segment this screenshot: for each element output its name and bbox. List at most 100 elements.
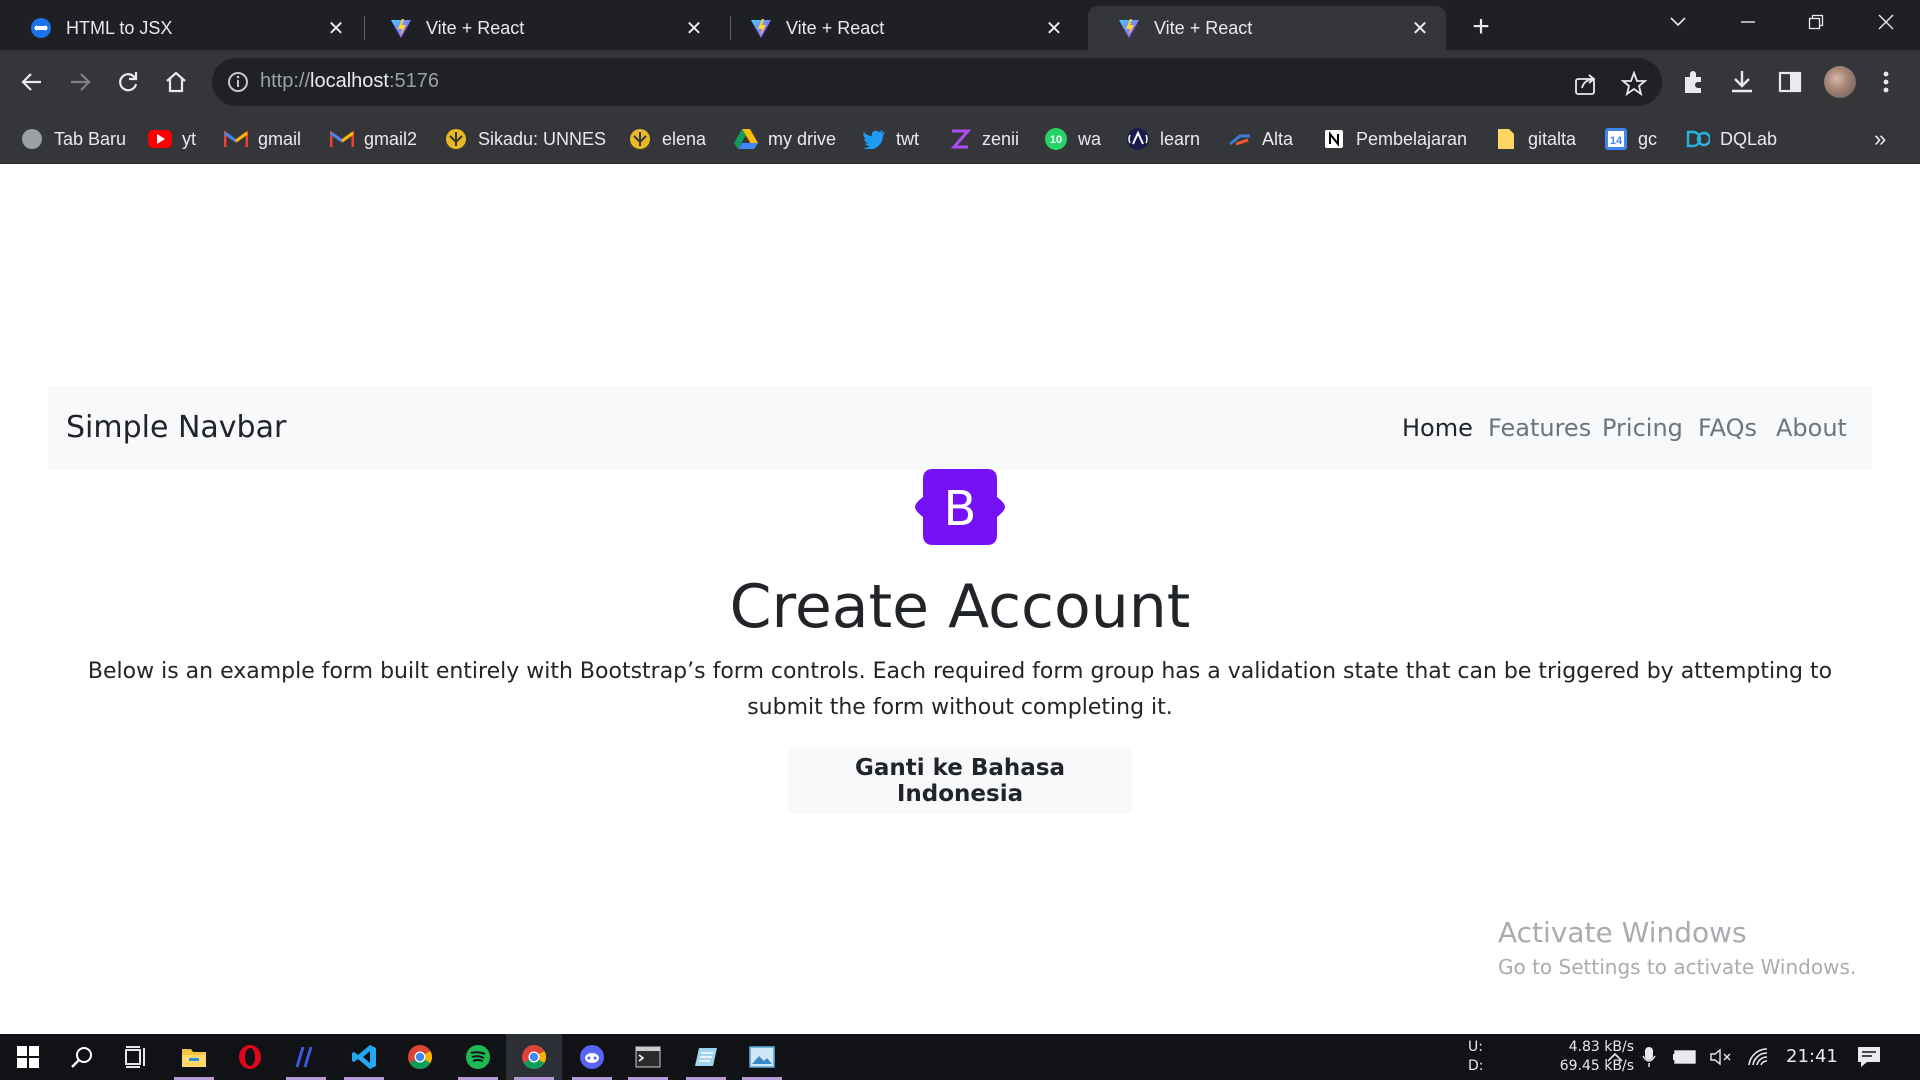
calendar-icon: 14 [1604, 127, 1628, 151]
home-button[interactable] [156, 62, 196, 102]
vite-icon [1118, 17, 1140, 39]
lead-paragraph: Below is an example form built entirely … [87, 659, 1833, 720]
bookmark-pembelajaran[interactable]: Pembelajaran [1322, 126, 1467, 152]
bookmark-label: twt [896, 128, 920, 149]
minimize-button[interactable] [1714, 0, 1782, 44]
taskbar-discord[interactable] [564, 1034, 620, 1080]
nav-link-about[interactable]: About [1776, 414, 1847, 442]
nav-link-pricing[interactable]: Pricing [1602, 414, 1683, 442]
taskbar-editor[interactable] [278, 1034, 334, 1080]
upload-label: U: [1468, 1039, 1483, 1055]
taskbar: U: 4.83 kB/s D: 69.45 kB/s 21:41 [0, 1034, 1920, 1080]
microphone-icon[interactable] [1636, 1046, 1662, 1068]
learn-icon [1126, 127, 1150, 151]
minimize-icon [1741, 21, 1755, 23]
bookmark-alta[interactable]: Alta [1228, 126, 1293, 152]
bootstrap-logo: B [915, 469, 1005, 545]
taskbar-vscode[interactable] [336, 1034, 392, 1080]
info-icon[interactable] [226, 70, 250, 94]
extensions-button[interactable] [1674, 62, 1714, 102]
battery-icon[interactable] [1672, 1046, 1698, 1068]
bookmark-gmail[interactable]: gmail [224, 126, 301, 152]
bookmark-zenii[interactable]: zenii [948, 126, 1019, 152]
more-bookmarks-button[interactable]: » [1874, 126, 1886, 152]
alta-icon [1228, 127, 1252, 151]
nav-link-features[interactable]: Features [1488, 414, 1591, 442]
bookmark-learn[interactable]: learn [1126, 126, 1200, 152]
bookmark-label: yt [182, 128, 197, 149]
nav-link-faqs[interactable]: FAQs [1698, 414, 1757, 442]
taskbar-photos[interactable] [734, 1034, 790, 1080]
tab-vite-react-active[interactable]: Vite + React ✕ [1088, 6, 1446, 50]
terminal-icon [635, 1046, 661, 1068]
close-icon[interactable]: ✕ [322, 14, 350, 42]
vscode-icon [352, 1045, 376, 1069]
task-view-button[interactable] [108, 1034, 164, 1080]
tab-vite-react-2[interactable]: Vite + React ✕ [720, 6, 1080, 50]
address-bar[interactable]: http://localhost:5176 [212, 58, 1662, 106]
bookmark-label: my drive [768, 128, 837, 149]
taskbar-notes[interactable] [678, 1034, 734, 1080]
reload-button[interactable] [108, 62, 148, 102]
bookmark-tab-baru[interactable]: Tab Baru [20, 126, 126, 152]
taskbar-chrome[interactable] [392, 1034, 448, 1080]
start-button[interactable] [0, 1034, 56, 1080]
taskbar-file-explorer[interactable] [166, 1034, 222, 1080]
bookmark-sikadu-unnes[interactable]: Sikadu: UNNES [444, 126, 606, 152]
activate-windows-watermark: Activate Windows Go to Settings to activ… [1498, 916, 1856, 979]
back-button[interactable] [12, 62, 52, 102]
close-window-button[interactable] [1852, 0, 1920, 44]
nav-link-home[interactable]: Home [1402, 414, 1473, 442]
side-panel-button[interactable] [1770, 62, 1810, 102]
chevron-up-icon[interactable] [1602, 1046, 1628, 1068]
menu-button[interactable] [1866, 62, 1906, 102]
bookmark-label: gitalta [1528, 128, 1577, 149]
bookmark-wa[interactable]: 10 wa [1044, 126, 1101, 152]
bookmark-label: gc [1638, 128, 1658, 149]
url-host: localhost [310, 70, 389, 92]
taskbar-chrome-active[interactable] [506, 1034, 562, 1080]
new-tab-button[interactable]: + [1464, 10, 1498, 44]
bookmark-dqlab[interactable]: DQLab [1686, 126, 1777, 152]
chrome-icon [408, 1045, 433, 1069]
tab-title: HTML to JSX [66, 17, 173, 38]
bookmark-yt[interactable]: yt [148, 126, 196, 152]
photos-icon [749, 1046, 775, 1068]
clock[interactable]: 21:41 [1786, 1046, 1838, 1067]
taskbar-terminal[interactable] [620, 1034, 676, 1080]
taskbar-opera[interactable] [222, 1034, 278, 1080]
bookmark-elena[interactable]: elena [628, 126, 706, 152]
bookmark-gc[interactable]: 14 gc [1604, 126, 1657, 152]
restore-button[interactable] [1782, 0, 1850, 44]
notes-icon [695, 1048, 717, 1066]
downloads-button[interactable] [1722, 62, 1762, 102]
search-button[interactable] [54, 1034, 110, 1080]
page-viewport: Simple Navbar Home Features Pricing FAQs… [0, 164, 1920, 1034]
notifications-icon[interactable] [1856, 1046, 1882, 1068]
forward-button[interactable] [60, 62, 100, 102]
bookmark-gmail2[interactable]: gmail2 [330, 126, 417, 152]
taskbar-spotify[interactable] [450, 1034, 506, 1080]
switch-language-button[interactable]: Ganti ke Bahasa Indonesia [788, 748, 1132, 814]
bookmark-my-drive[interactable]: my drive [734, 126, 836, 152]
bookmark-label: DQLab [1720, 128, 1778, 149]
bookmark-gitalta[interactable]: gitalta [1494, 126, 1576, 152]
discord-icon [580, 1045, 604, 1069]
tab-vite-react-1[interactable]: Vite + React ✕ [360, 6, 720, 50]
spotify-icon [466, 1045, 490, 1069]
bookmark-twt[interactable]: twt [862, 126, 919, 152]
close-icon[interactable]: ✕ [1406, 14, 1434, 42]
tab-title: Vite + React [426, 17, 525, 38]
bookmark-label: Pembelajaran [1356, 128, 1468, 149]
tab-search-button[interactable] [1644, 0, 1712, 44]
bookmark-star-icon[interactable] [1620, 70, 1648, 98]
close-icon[interactable]: ✕ [680, 14, 708, 42]
tab-html-to-jsx[interactable]: HTML to JSX ✕ [0, 6, 362, 50]
profile-avatar[interactable] [1824, 66, 1856, 98]
wifi-icon[interactable] [1746, 1046, 1772, 1068]
navbar-brand[interactable]: Simple Navbar [66, 410, 286, 445]
volume-muted-icon[interactable] [1708, 1046, 1734, 1068]
close-icon[interactable]: ✕ [1040, 14, 1068, 42]
share-icon[interactable] [1572, 70, 1600, 98]
task-view-icon [125, 1046, 145, 1068]
